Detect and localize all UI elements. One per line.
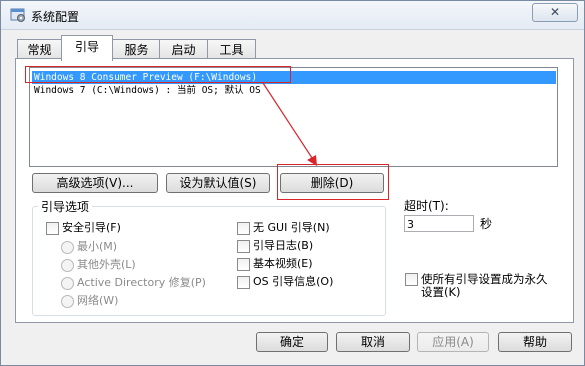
boot-log-label: 引导日志(B) xyxy=(253,239,314,252)
ad-repair-label: Active Directory 修复(P) xyxy=(77,276,206,289)
alternate-shell-radio[interactable] xyxy=(61,259,74,272)
make-permanent-label-line1: 使所有引导设置成为永久 xyxy=(421,272,548,286)
tab-boot[interactable]: 引导 xyxy=(61,35,113,61)
os-boot-info-label: OS 引导信息(O) xyxy=(253,275,334,288)
tab-startup[interactable]: 启动 xyxy=(159,39,208,60)
close-button[interactable]: ✕ xyxy=(532,3,578,22)
alternate-shell-label: 其他外壳(L) xyxy=(77,258,136,271)
annotation-box-boot-entry xyxy=(25,66,291,83)
timeout-label: 超时(T): xyxy=(404,199,449,213)
title-bar[interactable]: 系统配置 ✕ xyxy=(1,1,584,30)
tab-general[interactable]: 常规 xyxy=(17,39,62,60)
minimal-label: 最小(M) xyxy=(77,240,118,253)
tab-tools[interactable]: 工具 xyxy=(207,39,256,60)
ad-repair-radio[interactable] xyxy=(61,277,74,290)
set-default-button[interactable]: 设为默认值(S) xyxy=(166,173,270,193)
make-permanent-label-line2: 设置(K) xyxy=(421,285,461,299)
safe-boot-checkbox[interactable] xyxy=(46,222,59,235)
minimal-radio[interactable] xyxy=(61,241,74,254)
window-title: 系统配置 xyxy=(31,10,80,24)
boot-log-checkbox[interactable] xyxy=(237,240,250,253)
help-button[interactable]: 帮助 xyxy=(498,332,572,352)
base-video-label: 基本视频(E) xyxy=(253,257,313,270)
no-gui-boot-checkbox[interactable] xyxy=(237,222,250,235)
apply-button[interactable]: 应用(A) xyxy=(417,332,489,352)
tab-services[interactable]: 服务 xyxy=(112,39,161,60)
msconfig-app-icon xyxy=(10,8,25,22)
boot-entry-windows7[interactable]: Windows 7 (C:\Windows) : 当前 OS; 默认 OS xyxy=(32,84,556,97)
annotation-box-delete-button xyxy=(277,164,389,200)
timeout-unit-label: 秒 xyxy=(480,217,493,231)
boot-options-title: 引导选项 xyxy=(38,198,93,215)
timeout-input[interactable]: 3 xyxy=(404,215,474,232)
network-radio[interactable] xyxy=(61,295,74,308)
network-label: 网络(W) xyxy=(77,294,119,307)
cancel-button[interactable]: 取消 xyxy=(336,332,410,352)
make-permanent-checkbox[interactable] xyxy=(405,273,418,286)
base-video-checkbox[interactable] xyxy=(237,258,250,271)
no-gui-boot-label: 无 GUI 引导(N) xyxy=(253,221,330,234)
safe-boot-label: 安全引导(F) xyxy=(62,221,121,234)
advanced-options-button[interactable]: 高级选项(V)... xyxy=(32,173,158,193)
ok-button[interactable]: 确定 xyxy=(256,332,328,352)
os-boot-info-checkbox[interactable] xyxy=(237,276,250,289)
